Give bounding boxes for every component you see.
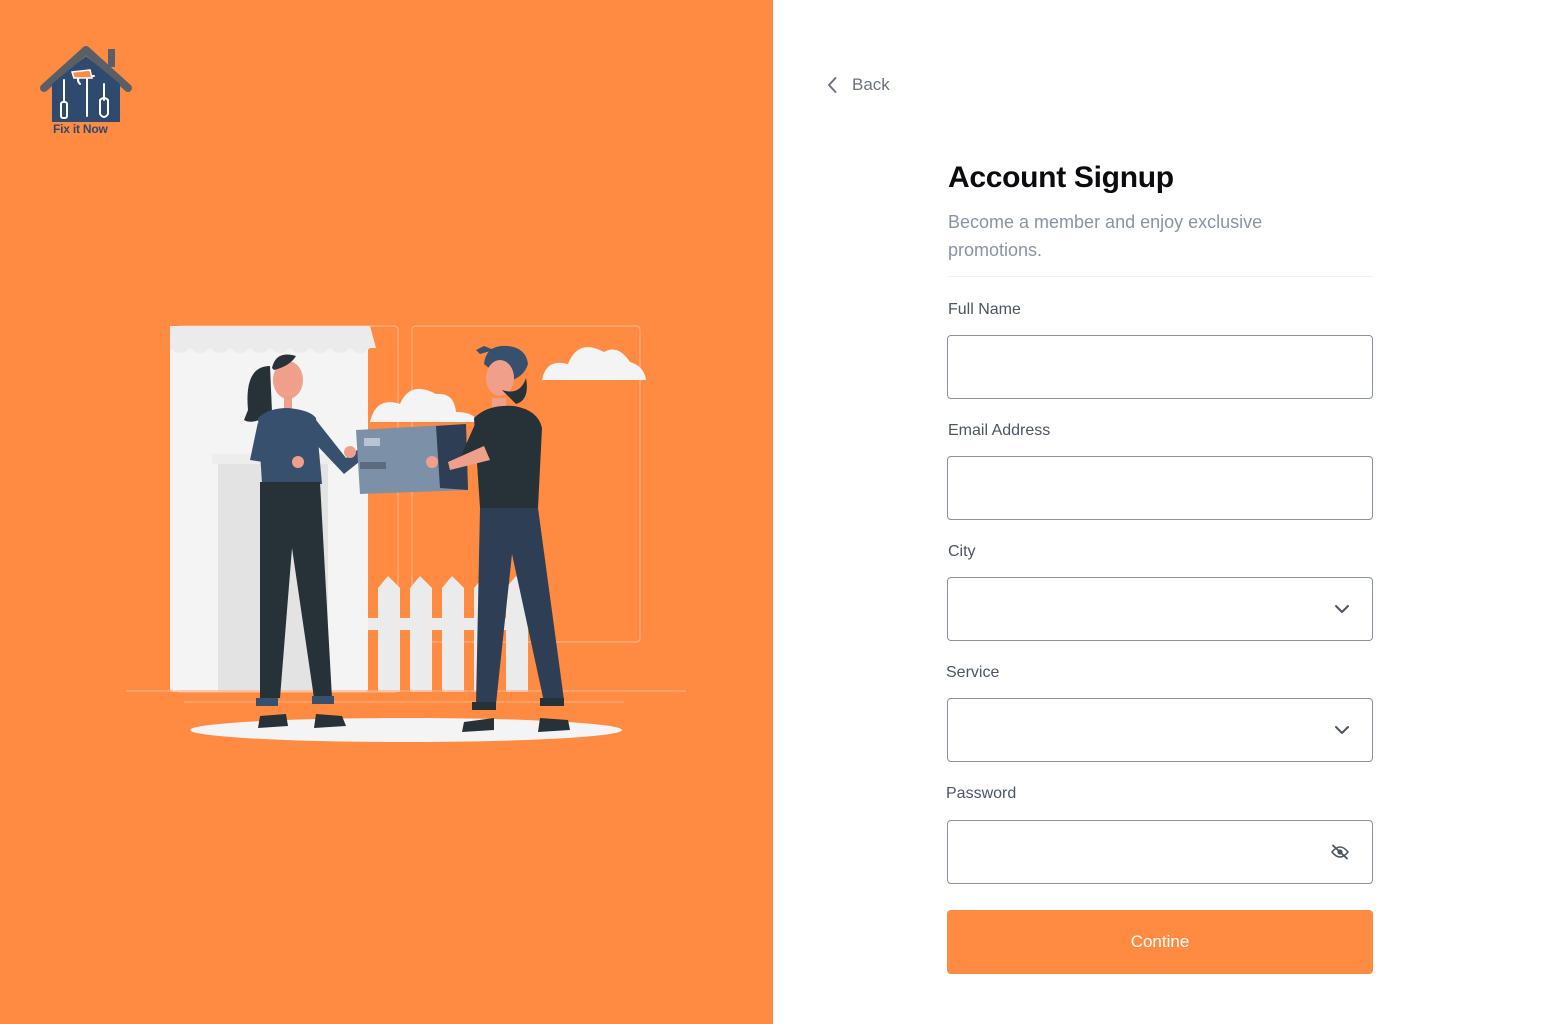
back-label: Back	[852, 75, 890, 94]
email-label: Email Address	[948, 422, 1051, 439]
password-input[interactable]	[948, 821, 1372, 883]
eye-off-icon[interactable]	[1330, 844, 1350, 860]
city-select[interactable]	[947, 577, 1373, 641]
brand-logo[interactable]: Fix it Now	[40, 44, 132, 140]
full-name-input[interactable]	[948, 336, 1372, 398]
chevron-left-icon	[828, 77, 837, 93]
continue-button[interactable]: Contine	[947, 910, 1373, 974]
page-subtitle: Become a member and enjoy exclusive prom…	[948, 212, 1263, 260]
chevron-down-icon[interactable]	[1334, 604, 1350, 614]
full-name-field[interactable]	[947, 335, 1373, 399]
password-field[interactable]	[947, 820, 1373, 884]
service-select[interactable]	[947, 698, 1373, 762]
signup-form: Account Signup Become a member and enjoy…	[948, 158, 1373, 277]
form-divider	[948, 276, 1373, 277]
logo-text: Fix it Now	[53, 122, 108, 136]
email-input[interactable]	[948, 457, 1372, 519]
chevron-down-icon[interactable]	[1334, 725, 1350, 735]
password-label: Password	[946, 785, 1017, 802]
back-link[interactable]: Back	[826, 72, 890, 98]
hero-panel: Fix it Now	[0, 0, 773, 1024]
page-title: Account Signup	[948, 161, 1174, 194]
city-label: City	[948, 543, 976, 560]
full-name-label: Full Name	[948, 301, 1021, 318]
service-label: Service	[946, 664, 1000, 681]
delivery-illustration	[120, 318, 700, 758]
email-field[interactable]	[947, 456, 1373, 520]
